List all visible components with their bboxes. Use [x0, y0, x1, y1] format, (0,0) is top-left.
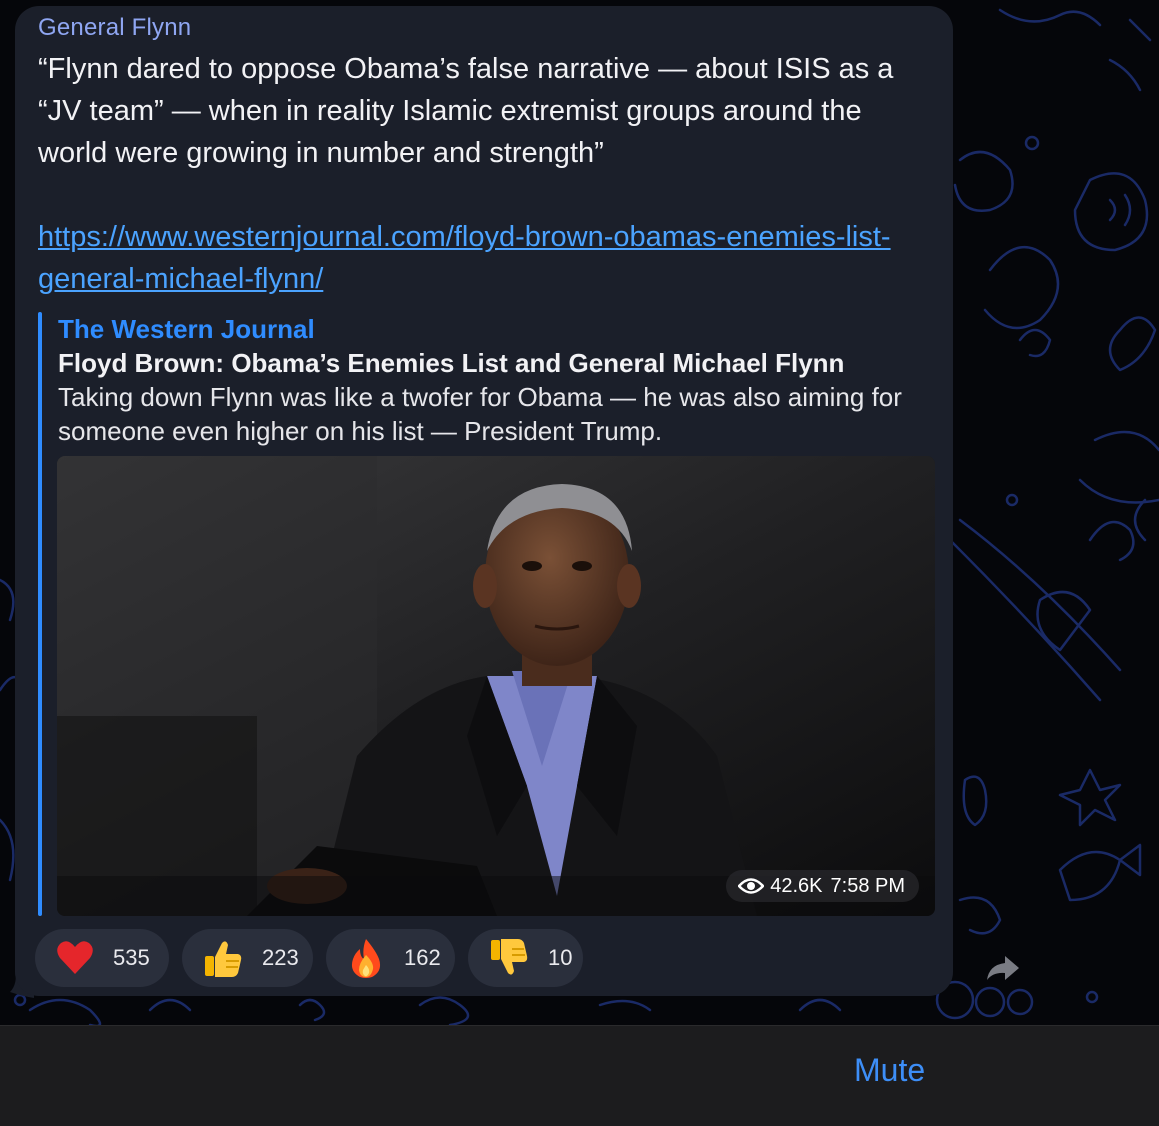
thumbs-up-icon: [202, 937, 244, 979]
reaction-count: 162: [404, 945, 441, 970]
reactions-bar: 535 223 162 10: [35, 929, 596, 987]
message-text: “Flynn dared to oppose Obama’s false nar…: [38, 53, 894, 169]
reaction-heart[interactable]: 535: [35, 929, 169, 987]
reaction-thumbs-up[interactable]: 223: [182, 929, 313, 987]
reaction-count: 223: [262, 945, 299, 970]
mute-button[interactable]: Mute: [854, 1052, 925, 1089]
link-preview[interactable]: The Western Journal Floyd Brown: Obama’s…: [38, 312, 936, 916]
sender-name[interactable]: General Flynn: [38, 14, 191, 42]
article-link[interactable]: https://www.westernjournal.com/floyd-bro…: [38, 216, 938, 300]
preview-accent-bar: [38, 312, 42, 916]
reaction-fire[interactable]: 162: [326, 929, 455, 987]
eye-icon: [738, 878, 765, 894]
message-time: 7:58 PM: [830, 874, 905, 897]
preview-site-name: The Western Journal: [58, 314, 315, 344]
thumbs-down-icon: [488, 937, 530, 979]
heart-icon: [55, 937, 95, 979]
photo-of-obama: [57, 456, 935, 916]
share-icon[interactable]: [985, 952, 1021, 984]
views-time-badge: 42.6K 7:58 PM: [726, 870, 919, 902]
reaction-count: 535: [113, 945, 150, 970]
preview-title: Floyd Brown: Obama’s Enemies List and Ge…: [58, 348, 845, 378]
view-count: 42.6K: [770, 874, 823, 897]
fire-icon: [346, 937, 386, 979]
bottom-bar: [0, 1025, 1159, 1126]
reaction-thumbs-down[interactable]: 10: [468, 929, 583, 987]
reaction-count: 10: [548, 945, 573, 970]
preview-image[interactable]: 42.6K 7:58 PM: [57, 456, 935, 916]
preview-description: Taking down Flynn was like a twofer for …: [58, 382, 902, 446]
